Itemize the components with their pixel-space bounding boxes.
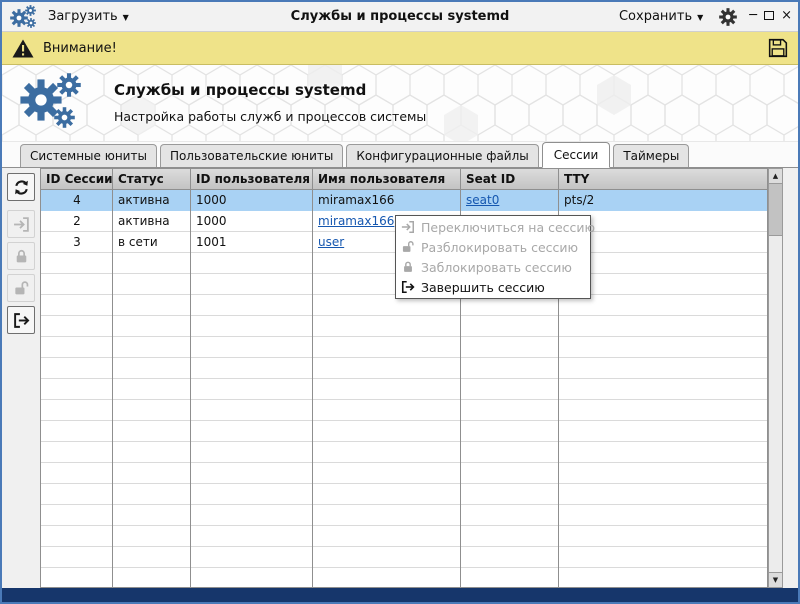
- close-button[interactable]: ×: [781, 7, 792, 25]
- session-toolbar: [2, 168, 40, 588]
- column-header-user-id[interactable]: ID пользователя: [191, 169, 313, 189]
- app-header: Службы и процессы systemd Настройка рабо…: [2, 65, 798, 142]
- table-header: ID Сессии Статус ID пользователя Имя пол…: [41, 168, 767, 190]
- cell-user-id: 1000: [196, 214, 227, 228]
- end-session-icon: [401, 280, 415, 294]
- cell-session-id: 4: [73, 193, 81, 207]
- column-header-seat-id[interactable]: Seat ID: [461, 169, 559, 189]
- user-link[interactable]: user: [318, 235, 344, 249]
- user-link[interactable]: miramax166: [318, 214, 394, 228]
- warning-icon: [12, 39, 34, 58]
- app-window: Загрузить ▼ Службы и процессы systemd Со…: [0, 0, 800, 604]
- vertical-scrollbar[interactable]: ▲ ▼: [768, 168, 783, 588]
- minimize-button[interactable]: ─: [749, 7, 757, 25]
- end-session-button[interactable]: [7, 306, 35, 334]
- menu-item-end-session[interactable]: Завершить сессию: [396, 277, 590, 297]
- menu-item-label: Разблокировать сессию: [421, 239, 579, 255]
- header-subtitle: Настройка работы служб и процессов систе…: [114, 109, 427, 124]
- app-gears-icon: [10, 3, 42, 31]
- cell-session-id: 3: [73, 235, 81, 249]
- cell-status: в сети: [118, 235, 158, 249]
- chevron-down-icon: ▼: [697, 12, 704, 22]
- save-file-icon[interactable]: [768, 38, 788, 58]
- refresh-icon: [13, 179, 30, 196]
- settings-gear-icon[interactable]: [719, 8, 737, 26]
- menu-item-label: Заблокировать сессию: [421, 259, 572, 275]
- save-menu-button[interactable]: Сохранить ▼: [613, 5, 709, 28]
- session-context-menu: Переключиться на сессию Разблокировать с…: [395, 215, 595, 299]
- app-logo: [20, 71, 92, 135]
- unlock-icon: [13, 280, 30, 297]
- load-menu-button[interactable]: Загрузить ▼: [42, 5, 135, 28]
- main-area: ID Сессии Статус ID пользователя Имя пол…: [2, 168, 798, 588]
- warning-banner: Внимание!: [2, 32, 798, 65]
- hexagon-pattern: [2, 65, 798, 141]
- column-header-session-id[interactable]: ID Сессии: [41, 169, 113, 189]
- chevron-down-icon: ▼: [122, 12, 129, 22]
- switch-session-icon: [401, 220, 415, 234]
- unlock-icon: [401, 240, 415, 254]
- scroll-up-button[interactable]: ▲: [769, 169, 782, 184]
- lock-icon: [401, 260, 415, 274]
- cell-user-name: miramax166: [318, 193, 395, 207]
- tab-timers[interactable]: Таймеры: [613, 144, 690, 167]
- cell-status: активна: [118, 193, 170, 207]
- switch-session-button[interactable]: [7, 210, 35, 238]
- menu-item-label: Завершить сессию: [421, 279, 545, 295]
- load-menu-label: Загрузить: [48, 9, 118, 24]
- scroll-track[interactable]: [769, 236, 782, 572]
- cell-session-id: 2: [73, 214, 81, 228]
- column-header-user-name[interactable]: Имя пользователя: [313, 169, 461, 189]
- cell-user-id: 1000: [196, 193, 227, 207]
- column-divider: [312, 190, 313, 587]
- column-divider: [190, 190, 191, 587]
- titlebar: Загрузить ▼ Службы и процессы systemd Со…: [2, 2, 798, 32]
- menu-item-label: Переключиться на сессию: [421, 219, 596, 235]
- tab-system-units[interactable]: Системные юниты: [20, 144, 157, 167]
- scroll-down-button[interactable]: ▼: [769, 572, 782, 587]
- lock-icon: [13, 248, 30, 265]
- tab-sessions[interactable]: Сессии: [541, 142, 611, 168]
- column-header-tty[interactable]: TTY: [559, 169, 767, 189]
- maximize-button[interactable]: [764, 7, 775, 26]
- header-title: Службы и процессы systemd: [114, 81, 367, 99]
- column-header-status[interactable]: Статус: [113, 169, 191, 189]
- save-menu-label: Сохранить: [618, 9, 693, 24]
- menu-item-lock-session[interactable]: Заблокировать сессию: [396, 257, 590, 277]
- tab-user-units[interactable]: Пользовательские юниты: [159, 144, 344, 167]
- table-row[interactable]: 4 активна 1000 miramax166 seat0 pts/2: [41, 190, 767, 211]
- cell-user-id: 1001: [196, 235, 227, 249]
- end-session-icon: [13, 312, 30, 329]
- tab-config-files[interactable]: Конфигурационные файлы: [346, 144, 539, 167]
- maximize-icon: [764, 11, 775, 20]
- menu-item-switch-session[interactable]: Переключиться на сессию: [396, 217, 595, 237]
- seat-link[interactable]: seat0: [466, 193, 499, 207]
- scroll-thumb[interactable]: [769, 184, 782, 236]
- refresh-button[interactable]: [7, 173, 35, 201]
- cell-status: активна: [118, 214, 170, 228]
- lock-session-button[interactable]: [7, 242, 35, 270]
- warning-text: Внимание!: [43, 40, 117, 56]
- menu-item-unlock-session[interactable]: Разблокировать сессию: [396, 237, 590, 257]
- cell-tty: pts/2: [564, 193, 595, 207]
- tab-bar: Системные юниты Пользовательские юниты К…: [2, 142, 798, 168]
- switch-session-icon: [13, 216, 30, 233]
- unlock-session-button[interactable]: [7, 274, 35, 302]
- status-bar: [2, 588, 798, 602]
- column-divider: [112, 190, 113, 587]
